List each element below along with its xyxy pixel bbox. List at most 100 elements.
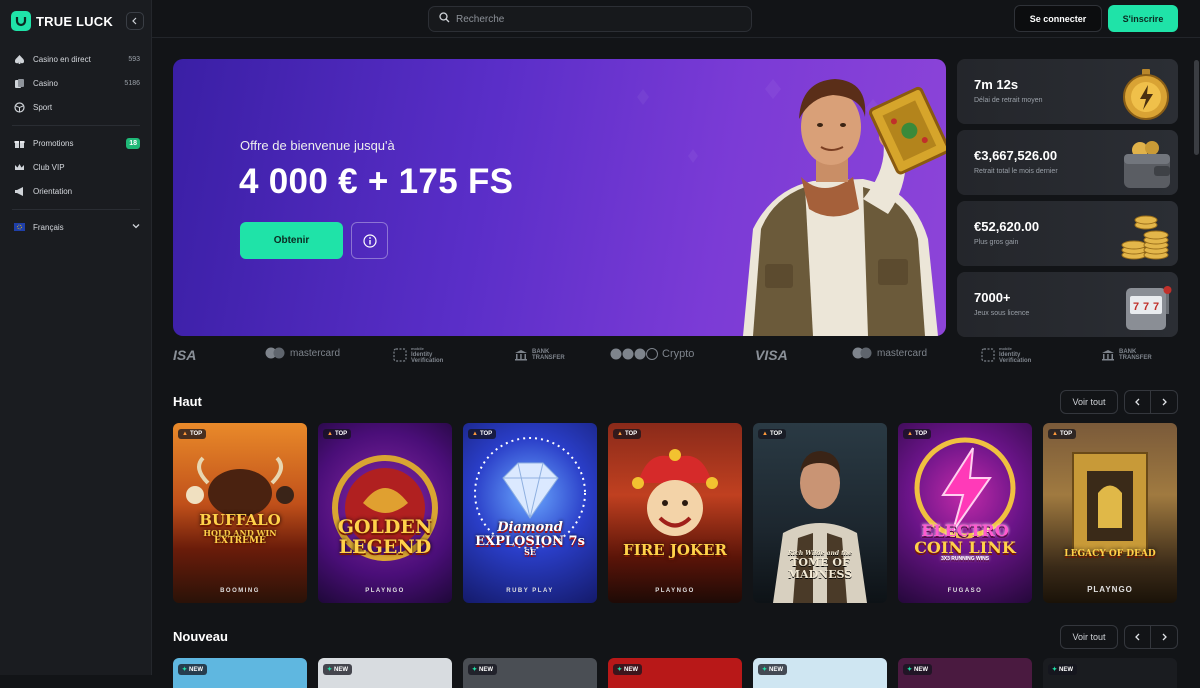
chevron-left-icon	[132, 17, 137, 25]
language-selector[interactable]: Français	[0, 215, 152, 239]
language-select[interactable]: Français	[0, 215, 152, 239]
sidebar: TRUE LUCK Casino en direct 593 Casino 51…	[0, 0, 152, 675]
sparkle-icon: ✦	[907, 667, 913, 673]
new-game-card[interactable]: ✦ NEW	[898, 658, 1032, 688]
mastercard-logo: mastercard	[851, 347, 927, 359]
game-card[interactable]: ▲ TOP LEGACY OF DEAD PLAYNGO	[1043, 423, 1177, 603]
coins-icon	[1121, 215, 1169, 260]
sidebar-main-nav: Casino en direct 593 Casino 5186 Sport	[0, 47, 152, 119]
sidebar-secondary-nav: Promotions 18 Club VIP Orientation	[0, 131, 152, 203]
gift-icon	[13, 137, 25, 149]
game-provider: FUGASO	[947, 588, 983, 594]
logo[interactable]: TRUE LUCK	[11, 11, 113, 31]
welcome-banner[interactable]: Offre de bienvenue jusqu'à 4 000 € + 175…	[173, 59, 946, 336]
top-tag: ▲ TOP	[323, 429, 352, 439]
new-game-card[interactable]: ✦ NEW	[173, 658, 307, 688]
new-game-card[interactable]: ✦ NEW	[753, 658, 887, 688]
login-button[interactable]: Se connecter	[1014, 5, 1102, 32]
chevron-right-icon	[1162, 398, 1167, 406]
slot-machine-icon: 7 7 7	[1126, 286, 1172, 330]
stat-label: Plus gros gain	[974, 239, 1019, 246]
tag-label: NEW	[914, 666, 929, 673]
top-bar: Se connecter S'inscrire	[152, 0, 1200, 38]
search-box[interactable]	[428, 6, 752, 32]
new-game-card[interactable]: ✦ NEW	[318, 658, 452, 688]
crypto-logo: Crypto	[610, 348, 694, 360]
page-scrollbar[interactable]	[1194, 60, 1199, 155]
megaphone-icon	[13, 185, 25, 197]
title-line: LEGEND	[338, 535, 432, 558]
game-provider: BOOMING	[220, 588, 260, 594]
game-card[interactable]: ▲ TOP Rich Wilde and the TOME OF MADNESS	[753, 423, 887, 603]
new-game-card[interactable]: ✦ NEW	[1043, 658, 1177, 688]
game-card[interactable]: ▲ TOP Diamond EXPLOSION 7s SE RUBY PLAY	[463, 423, 597, 603]
flame-icon: ▲	[762, 431, 768, 437]
sparkle-icon: ✦	[762, 667, 768, 673]
stat-card: €52,620.00 Plus gros gain	[957, 201, 1178, 266]
tag-label: TOP	[769, 431, 783, 437]
sidebar-item-orientation[interactable]: Orientation	[0, 179, 152, 203]
game-title: Diamond EXPLOSION 7s SE	[463, 521, 597, 557]
prev-button[interactable]	[1125, 626, 1152, 648]
sidebar-item-live-casino[interactable]: Casino en direct 593	[0, 47, 152, 71]
title-line: SE	[524, 547, 536, 558]
crown-icon	[13, 161, 25, 173]
joker-art	[632, 449, 718, 536]
sidebar-item-label: Club VIP	[33, 162, 65, 172]
next-button[interactable]	[1151, 391, 1177, 413]
game-card[interactable]: ▲ TOP FIRE JOKER PLAYNGO	[608, 423, 742, 603]
mastercard-logo: mastercard	[264, 347, 340, 359]
sidebar-item-label: Sport	[33, 102, 53, 112]
sidebar-item-sport[interactable]: Sport	[0, 95, 152, 119]
get-offer-button[interactable]: Obtenir	[240, 222, 343, 259]
new-tag: ✦ NEW	[178, 664, 208, 675]
flame-icon: ▲	[1052, 431, 1058, 437]
tag-label: TOP	[624, 431, 638, 437]
flame-icon: ▲	[907, 431, 913, 437]
game-title: Rich Wilde and the TOME OF MADNESS	[753, 550, 887, 580]
sidebar-item-label: Orientation	[33, 186, 73, 196]
sidebar-item-promotions[interactable]: Promotions 18	[0, 131, 152, 155]
sidebar-item-vip-club[interactable]: Club VIP	[0, 155, 152, 179]
game-card[interactable]: ▲ TOP ELECTRO COIN LINK 3X3 RUNNING WINS …	[898, 423, 1032, 603]
bank-line-2: TRANSFER	[1119, 355, 1152, 361]
crypto-label: Crypto	[662, 348, 695, 360]
flame-icon: ▲	[617, 431, 623, 437]
signup-button[interactable]: S'inscrire	[1108, 5, 1178, 32]
hero-title: 4 000 € + 175 FS	[239, 162, 514, 201]
sparkle-icon: ✦	[472, 667, 478, 673]
collapse-sidebar-button[interactable]	[126, 12, 144, 30]
top-tag: ▲ TOP	[468, 429, 497, 439]
tag-label: NEW	[334, 666, 349, 673]
tag-label: NEW	[189, 666, 204, 673]
see-all-new-button[interactable]: Voir tout	[1060, 625, 1118, 649]
game-provider: RUBY PLAY	[506, 588, 554, 594]
search-icon	[439, 10, 450, 28]
tag-label: TOP	[189, 431, 203, 437]
stat-label: Jeux sous licence	[974, 310, 1030, 317]
next-button[interactable]	[1151, 626, 1177, 648]
see-all-top-button[interactable]: Voir tout	[1060, 390, 1118, 414]
sparkle-icon: ✦	[1052, 667, 1058, 673]
chevron-right-icon	[1162, 633, 1167, 641]
id-line-3: Verification	[411, 358, 444, 364]
id-line-3: Verification	[999, 358, 1032, 364]
title-line: GOLDEN	[337, 516, 433, 538]
offer-info-button[interactable]	[351, 222, 388, 259]
sparkle-icon: ✦	[182, 667, 188, 673]
game-provider: PLAYNGO	[1087, 585, 1133, 594]
sidebar-item-casino[interactable]: Casino 5186	[0, 71, 152, 95]
title-line: Diamond	[497, 520, 563, 535]
search-input[interactable]	[456, 13, 736, 25]
prev-button[interactable]	[1125, 391, 1152, 413]
sidebar-item-count: 5186	[124, 79, 140, 87]
chevron-left-icon	[1134, 398, 1139, 406]
chevron-down-icon	[132, 222, 140, 232]
game-card[interactable]: ▲ TOP GOLDEN LEGEND PLAYNGO	[318, 423, 452, 603]
new-game-card[interactable]: ✦ NEW	[463, 658, 597, 688]
new-game-card[interactable]: ✦ NEW	[608, 658, 742, 688]
game-card[interactable]: ▲ TOP BUFFALO HOLD AND WIN EXTREME BOOMIN…	[173, 423, 307, 603]
sidebar-item-count: 593	[128, 55, 140, 63]
tag-label: NEW	[769, 666, 784, 673]
stat-value: €52,620.00	[974, 219, 1040, 234]
